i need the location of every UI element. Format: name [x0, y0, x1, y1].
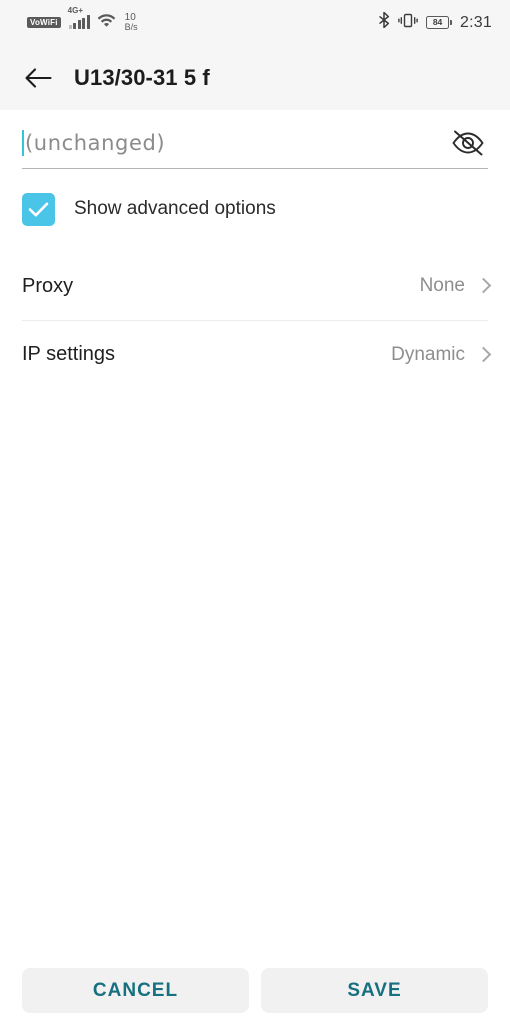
page-title: U13/30-31 5 f	[74, 64, 210, 90]
settings-row-proxy[interactable]: Proxy None	[22, 252, 488, 320]
password-placeholder: (unchanged)	[25, 131, 166, 155]
settings-row-right: Dynamic	[391, 344, 488, 366]
settings-row-title: Proxy	[22, 274, 74, 297]
chevron-right-icon	[477, 345, 488, 365]
data-rate-indicator: 10 B/s	[124, 12, 138, 33]
cancel-button[interactable]: CANCEL	[22, 968, 249, 1013]
bluetooth-icon	[379, 11, 390, 33]
data-rate-unit: B/s	[124, 22, 138, 33]
show-advanced-options-row[interactable]: Show advanced options	[22, 191, 488, 227]
save-button[interactable]: SAVE	[261, 968, 488, 1013]
main-content: (unchanged) Show advanced options Proxy	[0, 110, 510, 968]
chevron-right-icon	[477, 276, 488, 296]
wifi-network-edit-screen: VoWiFi 4G+ 10 B/s 84 2:31 U13/30-31 5 f …	[0, 0, 510, 1024]
show-advanced-options-label: Show advanced options	[74, 198, 276, 219]
password-input[interactable]: (unchanged)	[22, 130, 448, 156]
clock: 2:31	[460, 13, 492, 31]
password-visibility-toggle[interactable]	[448, 127, 488, 159]
settings-row-value: Dynamic	[391, 343, 465, 365]
action-bar: CANCEL SAVE	[0, 968, 510, 1024]
settings-row-title: IP settings	[22, 343, 116, 365]
advanced-settings-list: Proxy None IP settings Dynamic	[0, 252, 510, 388]
vibrate-icon	[398, 13, 418, 33]
battery-icon: 84	[426, 16, 453, 29]
show-advanced-options-checkbox[interactable]	[22, 192, 55, 226]
battery-level: 84	[432, 17, 443, 28]
network-type-label: 4G+	[67, 6, 83, 15]
settings-row-right: None	[420, 275, 488, 297]
text-caret	[22, 130, 24, 156]
signal-bars	[68, 15, 90, 29]
status-bar: VoWiFi 4G+ 10 B/s 84 2:31	[0, 0, 510, 45]
eye-off-icon	[452, 130, 484, 156]
wifi-icon	[97, 13, 116, 32]
arrow-left-icon	[24, 67, 52, 88]
status-bar-left: VoWiFi 4G+ 10 B/s	[27, 7, 138, 33]
checkmark-icon	[28, 202, 49, 216]
app-bar: U13/30-31 5 f	[0, 45, 510, 110]
password-row: (unchanged)	[22, 127, 488, 169]
settings-row-ip-settings[interactable]: IP settings Dynamic	[22, 320, 488, 388]
cellular-signal-icon: 4G+	[68, 7, 90, 29]
back-button[interactable]	[24, 64, 52, 92]
settings-row-value: None	[419, 275, 465, 296]
status-bar-right: 84 2:31	[379, 11, 492, 33]
vowifi-badge: VoWiFi	[27, 17, 61, 28]
